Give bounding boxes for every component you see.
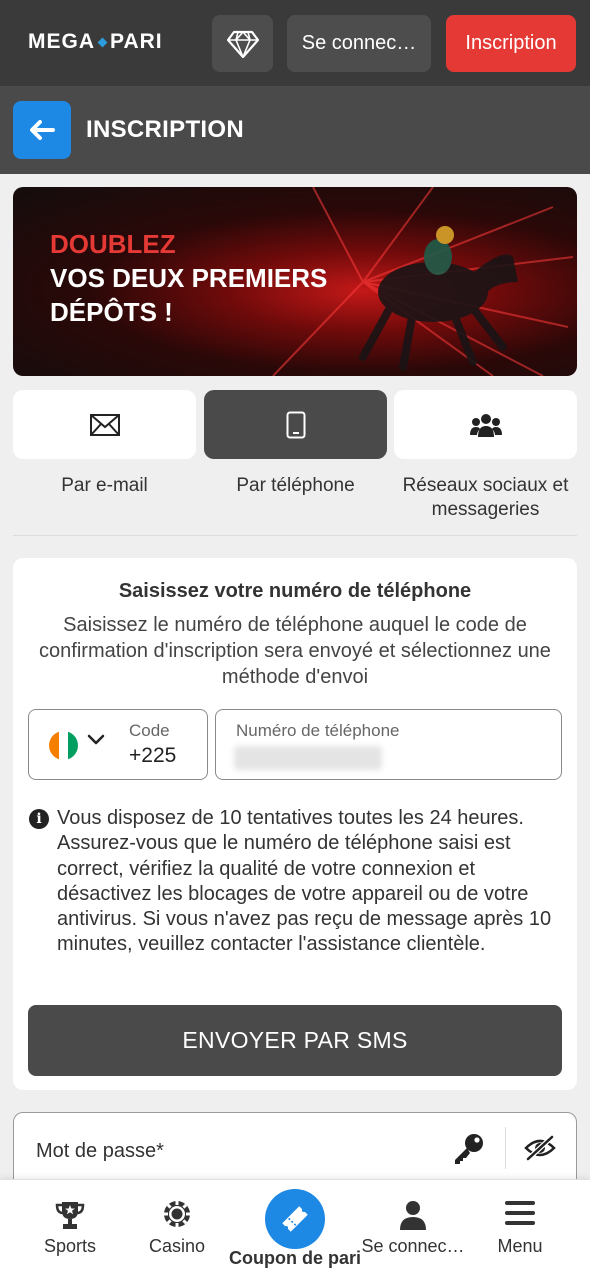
nav-login-label: Se connec… — [361, 1236, 465, 1256]
promo-banner[interactable]: DOUBLEZ VOS DEUX PREMIERS DÉPÔTS ! — [13, 187, 577, 376]
banner-headline: DOUBLEZ VOS DEUX PREMIERS DÉPÔTS ! — [50, 227, 327, 329]
method-label-email: Par e-mail — [61, 475, 148, 496]
page-titlebar: INSCRIPTION — [0, 86, 590, 174]
diamond-icon — [226, 30, 259, 58]
vip-diamond-button[interactable] — [212, 15, 273, 72]
nav-sports-label: Sports — [43, 1236, 97, 1256]
banner-line-3: DÉPÔTS ! — [50, 297, 173, 327]
register-button[interactable]: Inscription — [446, 15, 576, 72]
country-code-select[interactable]: Code +225 — [28, 709, 208, 780]
nav-sports[interactable]: Sports — [11, 1180, 129, 1280]
method-label-phone: Par téléphone — [236, 475, 355, 496]
phone-number-label: Numéro de téléphone — [236, 721, 400, 740]
ivory-coast-flag-icon — [49, 731, 78, 760]
bet-slip-label: Coupon de pari — [229, 1248, 361, 1268]
user-icon — [400, 1201, 426, 1230]
password-field-separator — [505, 1127, 506, 1169]
banner-line-2: VOS DEUX PREMIERS — [50, 263, 328, 293]
smartphone-icon — [286, 411, 305, 438]
logo-text-mega: MEGA — [28, 30, 95, 53]
page-title: INSCRIPTION — [86, 116, 244, 143]
hamburger-menu-icon — [505, 1201, 535, 1225]
form-title: Saisissez votre numéro de téléphone — [118, 580, 472, 602]
nav-menu-label: Menu — [497, 1236, 543, 1256]
send-sms-button[interactable]: ENVOYER PAR SMS — [28, 1005, 562, 1076]
ticket-icon — [282, 1206, 308, 1232]
top-header: MEGA PARI Se connec… Inscription — [0, 0, 590, 86]
chevron-down-icon — [87, 734, 105, 745]
nav-menu[interactable]: Menu — [461, 1180, 579, 1280]
eye-slash-icon[interactable] — [524, 1135, 556, 1161]
section-divider — [13, 535, 577, 536]
phone-registration-card: Saisissez votre numéro de téléphone Sais… — [13, 558, 577, 1090]
method-tab-phone[interactable] — [204, 390, 387, 459]
logo-text-pari: PARI — [110, 30, 163, 53]
logo-dot — [97, 37, 108, 47]
login-button[interactable]: Se connec… — [287, 15, 431, 72]
code-value: +225 — [129, 744, 177, 767]
bet-slip-button[interactable] — [265, 1189, 325, 1249]
method-tab-social[interactable] — [394, 390, 577, 459]
phone-number-value-blurred — [234, 746, 382, 770]
nav-casino[interactable]: Casino — [118, 1180, 236, 1280]
nav-login[interactable]: Se connec… — [354, 1180, 472, 1280]
envelope-icon — [89, 413, 120, 436]
method-label-social: Réseaux sociaux et messageries — [394, 474, 577, 522]
nav-casino-label: Casino — [148, 1236, 206, 1256]
phone-number-input[interactable]: Numéro de téléphone — [215, 709, 562, 780]
info-text: Vous disposez de 10 tentatives toutes le… — [57, 807, 552, 956]
info-icon: i — [29, 809, 49, 829]
method-label-social-line2: messageries — [431, 499, 540, 520]
trophy-icon — [55, 1202, 85, 1229]
form-subtitle: Saisissez le numéro de téléphone auquel … — [39, 614, 551, 688]
key-icon[interactable] — [451, 1133, 485, 1165]
banner-line-doublez: DOUBLEZ — [50, 229, 176, 259]
method-label-social-line1: Réseaux sociaux et — [402, 475, 569, 496]
arrow-left-icon — [30, 120, 55, 140]
back-button[interactable] — [13, 101, 71, 159]
users-group-icon — [469, 413, 502, 437]
method-tab-email[interactable] — [13, 390, 196, 459]
megapari-logo[interactable]: MEGA PARI — [28, 30, 163, 54]
casino-chip-icon — [164, 1201, 190, 1227]
code-label: Code — [129, 721, 170, 740]
password-label: Mot de passe* — [36, 1140, 164, 1162]
